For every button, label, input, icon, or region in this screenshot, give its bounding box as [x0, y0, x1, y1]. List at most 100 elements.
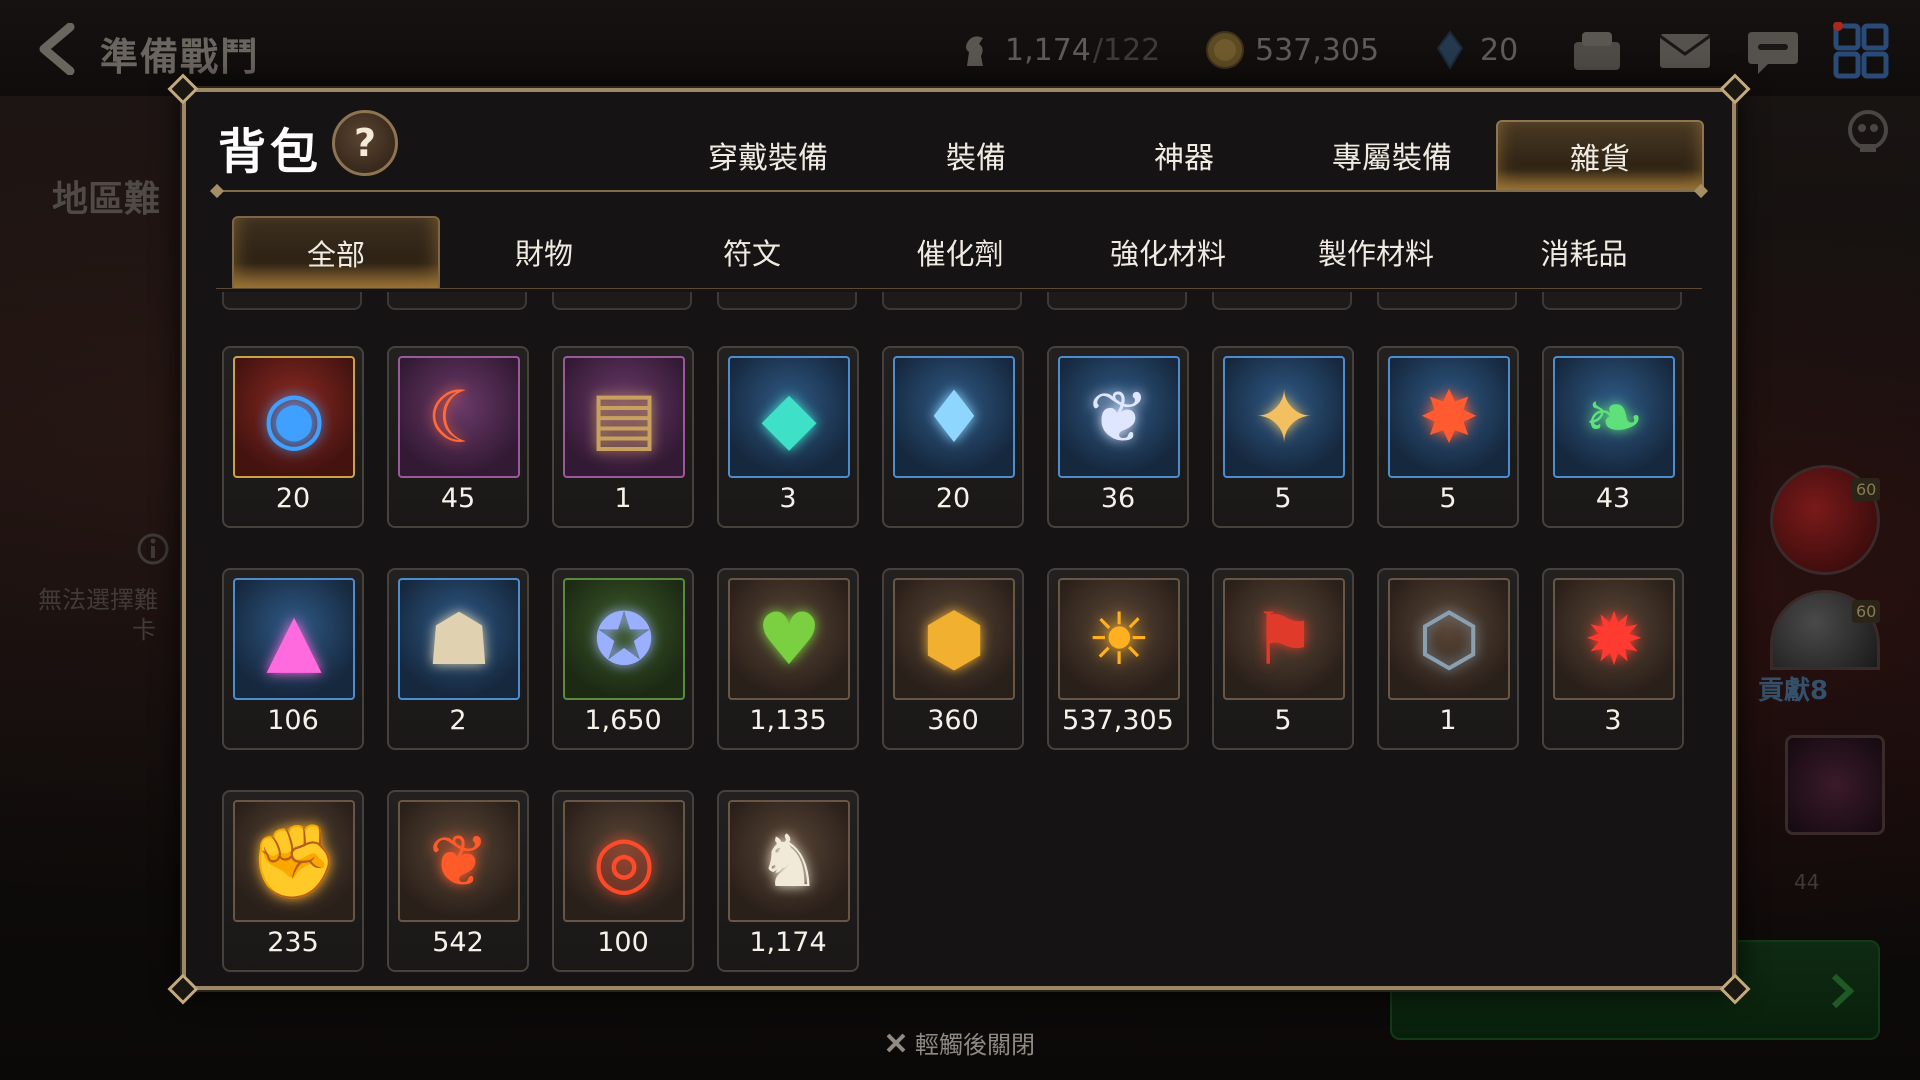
subtab-runes[interactable]: 符文 [648, 216, 856, 288]
sub-tab-divider [216, 288, 1702, 289]
item-grid-scroll[interactable]: ◉ 20 ☾ 45 ▤ 1 ◆ 3 ♦ 20 ❦ 36 ✦ 5 ✸ 5 ❧ 43 ▲ 106 ☗ 2 ✪ 1,650 ♥ 1,13… [222, 292, 1702, 982]
crystal-counter[interactable]: 20 [1430, 28, 1518, 72]
sub-tab-bar: 全部 財物 符文 催化劑 強化材料 製作材料 消耗品 [232, 216, 1688, 288]
hero-level: 44 [1794, 870, 1820, 894]
item-icon-frame: ♞ [728, 800, 850, 922]
fist-crest-icon: ✪ [593, 597, 655, 681]
item-slot[interactable]: ⬡ 1 [1377, 568, 1519, 750]
item-slot[interactable]: ✸ 5 [1377, 346, 1519, 528]
inventory-modal: 背包 ? 穿戴裝備 裝備 神器 專屬裝備 雜貨 全部 財物 符文 催化劑 強化材… [167, 73, 1751, 1005]
item-icon-frame: ⚑ [1223, 578, 1345, 700]
item-count: 3 [779, 483, 797, 514]
item-icon-frame: ♥ [728, 578, 850, 700]
knight-chess-icon: ♞ [756, 819, 822, 903]
item-icon-frame: ⬡ [1388, 578, 1510, 700]
item-icon-frame: ◎ [563, 800, 685, 922]
item-slot-cut [882, 292, 1022, 310]
item-icon-frame: ⬢ [893, 578, 1015, 700]
item-icon-frame: ✦ [1223, 356, 1345, 478]
item-slot[interactable]: ✊ 235 [222, 790, 364, 972]
subtab-catalysts[interactable]: 催化劑 [856, 216, 1064, 288]
region-difficulty-label: 地區難 [52, 179, 161, 220]
item-slot-cut [222, 292, 362, 310]
item-slot[interactable]: ✪ 1,650 [552, 568, 694, 750]
divider-end [209, 183, 225, 199]
item-slot[interactable]: ❦ 36 [1047, 346, 1189, 528]
info-icon [137, 533, 169, 565]
item-slot[interactable]: ♥ 1,135 [717, 568, 859, 750]
item-slot[interactable]: ◎ 100 [552, 790, 694, 972]
gold-coin-icon [1206, 31, 1244, 69]
item-slot[interactable]: ☗ 2 [387, 568, 529, 750]
item-slot[interactable]: ♞ 1,174 [717, 790, 859, 972]
blue-crystal-icon [1436, 30, 1464, 70]
item-icon-frame: ◉ [233, 356, 355, 478]
horse-token-cap: /122 [1092, 32, 1161, 68]
horse-token-counter[interactable]: 1,174/122 [955, 28, 1160, 72]
tab-exclusive-gear[interactable]: 專屬裝備 [1288, 120, 1496, 190]
gold-counter[interactable]: 537,305 [1205, 28, 1379, 72]
back-button[interactable] [28, 18, 84, 80]
red-wings-icon: ❦ [428, 819, 490, 903]
item-icon-frame: ✪ [563, 578, 685, 700]
chat-button[interactable] [1744, 22, 1802, 80]
tap-to-close-hint[interactable]: 輕觸後關閉 [885, 1025, 1035, 1060]
item-count: 1 [1439, 705, 1457, 736]
menu-button[interactable] [1832, 21, 1890, 80]
item-icon-frame: ☾ [398, 356, 520, 478]
close-icon [886, 1033, 906, 1052]
item-slot-cut [1212, 292, 1352, 310]
golden-shield-icon: ⬢ [922, 597, 986, 681]
horse-token-value: 1,174 [1005, 32, 1091, 68]
subtab-treasure[interactable]: 財物 [440, 216, 648, 288]
item-slot[interactable]: ◉ 20 [222, 346, 364, 528]
tab-equipment[interactable]: 裝備 [872, 120, 1080, 190]
help-button[interactable]: ? [332, 110, 398, 176]
guild-button[interactable] [1568, 22, 1626, 80]
subtab-crafting-materials[interactable]: 製作材料 [1272, 216, 1480, 288]
subtab-all[interactable]: 全部 [232, 216, 440, 288]
tab-misc-goods[interactable]: 雜貨 [1496, 120, 1704, 190]
tab-artifacts[interactable]: 神器 [1080, 120, 1288, 190]
tab-equipped-gear[interactable]: 穿戴裝備 [664, 120, 872, 190]
item-icon-frame: ▤ [563, 356, 685, 478]
item-count: 106 [267, 705, 319, 736]
main-tab-bar: 穿戴裝備 裝備 神器 專屬裝備 雜貨 [664, 120, 1704, 190]
subtab-enhance-materials[interactable]: 強化材料 [1064, 216, 1272, 288]
item-slot[interactable]: ▤ 1 [552, 346, 694, 528]
item-icon-frame: ✊ [233, 800, 355, 922]
horse-token-icon [966, 36, 983, 66]
item-count: 5 [1439, 483, 1457, 514]
item-slot[interactable]: ◆ 3 [717, 346, 859, 528]
item-icon-frame: ☀ [1058, 578, 1180, 700]
war-banner-icon: ⚑ [1251, 597, 1317, 681]
item-slot[interactable]: ❧ 43 [1542, 346, 1684, 528]
mail-button[interactable] [1656, 22, 1714, 80]
item-count: 20 [275, 483, 311, 514]
item-slot[interactable]: ❦ 542 [387, 790, 529, 972]
item-slot[interactable]: ⚑ 5 [1212, 568, 1354, 750]
subtab-consumables[interactable]: 消耗品 [1480, 216, 1688, 288]
flame-crescent-icon: ☾ [426, 375, 492, 459]
star-compass-icon: ✦ [1253, 375, 1315, 459]
green-heart-icon: ♥ [756, 597, 822, 681]
fire-tail-icon: ✸ [1418, 375, 1480, 459]
skull-settings-icon[interactable] [1840, 104, 1896, 160]
item-slot[interactable]: ⬢ 360 [882, 568, 1024, 750]
item-count: 5 [1274, 483, 1292, 514]
item-slot[interactable]: ✦ 5 [1212, 346, 1354, 528]
item-icon-frame: ✸ [1388, 356, 1510, 478]
item-icon-frame: ❦ [1058, 356, 1180, 478]
crystal-value: 20 [1480, 32, 1519, 68]
item-icon-frame: ◆ [728, 356, 850, 478]
item-slot-cut [1377, 292, 1517, 310]
item-slot[interactable]: ✹ 3 [1542, 568, 1684, 750]
chevron-right-icon [1831, 973, 1854, 1009]
item-slot[interactable]: ▲ 106 [222, 568, 364, 750]
hero-slot[interactable] [1785, 735, 1885, 835]
item-slot[interactable]: ☾ 45 [387, 346, 529, 528]
close-hint-label: 輕觸後關閉 [915, 1031, 1035, 1059]
fist-badge-icon: ✊ [249, 819, 339, 903]
item-slot[interactable]: ♦ 20 [882, 346, 1024, 528]
item-slot[interactable]: ☀ 537,305 [1047, 568, 1189, 750]
